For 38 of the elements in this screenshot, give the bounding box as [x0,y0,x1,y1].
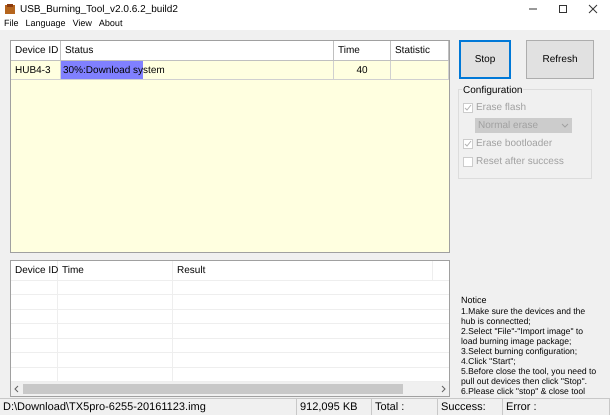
menu-item[interactable]: About [98,17,122,31]
notice-text: 5.Before close the tool, you need to pull out devices then click "Stop". [461,366,598,386]
checkbox-label: Erase flash [476,101,526,115]
status-text: Error : [506,400,537,415]
close-icon[interactable] [588,4,598,14]
column-header[interactable]: Result [173,261,433,280]
column-header[interactable]: Time [58,261,173,280]
status-text: Success: [441,400,486,415]
notice-title: Notice [461,295,488,306]
app-icon [4,3,16,15]
horizontal-scrollbar[interactable] [11,382,449,396]
menu-item[interactable]: View [72,17,92,31]
action-button[interactable]: Stop [459,40,511,79]
status-text: 30%:Download system [62,64,166,78]
maximize-icon[interactable] [558,4,568,14]
checkbox-label: Erase bootloader [476,137,552,151]
action-button[interactable]: Refresh [526,40,594,79]
status-text: 912,095 KB [300,400,358,415]
notice-text: 3.Select burning configuration; [461,346,578,356]
status-text: D:\Download\TX5pro-6255-20161123.img [3,400,206,415]
table-cell: 40 [334,61,391,79]
group-title: Configuration [462,83,524,98]
notice-text: 1.Make sure the devices and the hub is connectted; [461,306,586,326]
column-header[interactable]: Device ID [11,261,58,280]
notice-text: 4.Click "Start"; [461,356,517,366]
window-title: USB_Burning_Tool_v2.0.6.2_build2 [20,2,178,16]
column-header[interactable]: Device ID [11,41,61,60]
scrollbar-thumb[interactable] [23,384,403,394]
column-header[interactable]: Time [334,41,391,60]
menu-item[interactable]: Language [26,17,66,31]
status-text: Total : [375,400,404,415]
dropdown-caret-icon [561,122,569,128]
notice-text: 6.Please click "stop" & close tool [461,386,586,396]
checkbox-label: Reset after success [476,155,564,169]
menu-item[interactable]: File [4,17,19,31]
notice-text: 2.Select "File"-"Import image" to load burning image package; [461,326,584,346]
column-header[interactable]: Statistic [391,41,449,60]
column-header[interactable]: Status [61,41,334,60]
